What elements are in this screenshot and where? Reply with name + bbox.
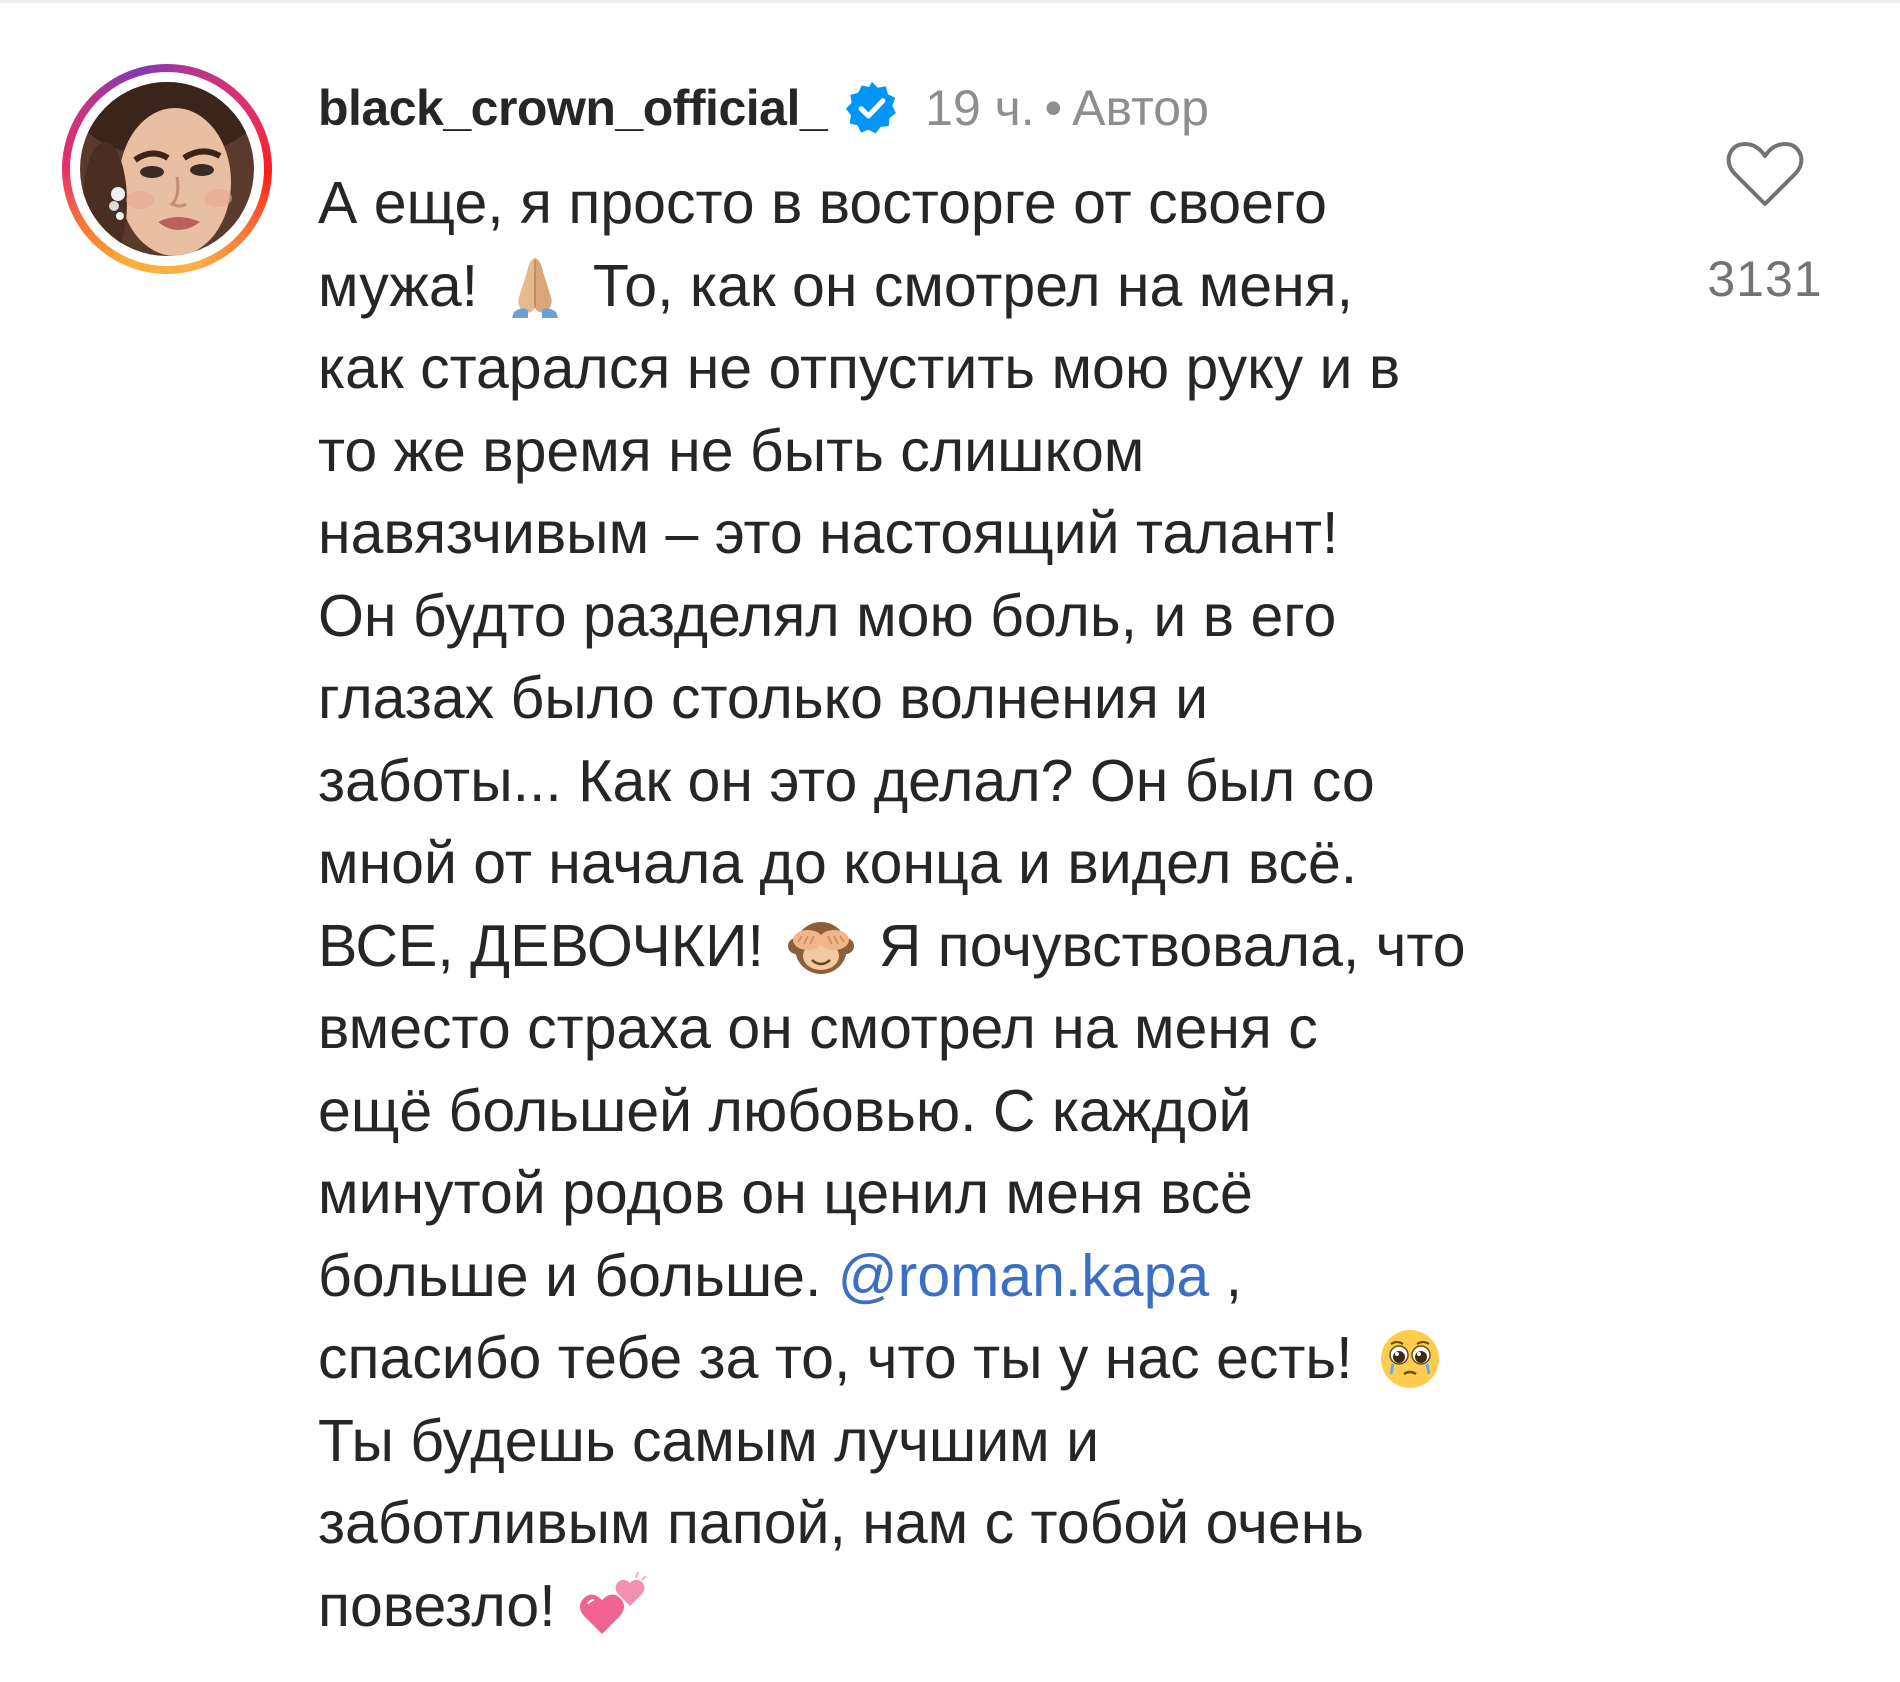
comment-text: ВСЕ, ДЕВОЧКИ! (318, 912, 764, 979)
comment-time: 19 ч. (925, 80, 1035, 136)
like-area: 3131 (1690, 140, 1840, 308)
comment-line: заботы... Как он это делал? Он был со (318, 747, 1375, 814)
comment-text: спасибо тебе за то, что ты у нас есть! (318, 1325, 1353, 1391)
comment-line: ВСЕ, ДЕВОЧКИ! Я почувствовала, что (318, 905, 1648, 988)
comment-line: А еще, я просто в восторге от своего (318, 170, 1327, 236)
comment-text: То, как он смотрел на меня, (592, 252, 1353, 319)
comment-line: вместо страха он смотрел на меня с (318, 995, 1318, 1061)
comment-line: то же время не быть слишком (318, 417, 1145, 484)
comment-text: больше и больше. (318, 1242, 822, 1309)
comment-text: мужа! (318, 252, 479, 319)
comment-line: повезло! (318, 1565, 1648, 1648)
comment-header: black_crown_official_ 19 ч. • Автор (318, 70, 1648, 146)
comment-text: Я почувствовала, что (878, 912, 1466, 979)
comment-line: мужа! То, как он смотрел на меня, (318, 245, 1648, 328)
comment-text: повезло! (318, 1572, 556, 1639)
mention-link[interactable]: @roman.kapa (838, 1243, 1209, 1309)
comment-line: мной от начала до конца и видел всё. (318, 830, 1358, 896)
avatar-ring-gap (70, 72, 264, 266)
comment-line: ещё большей любовью. С каждой (318, 1077, 1252, 1144)
comment-line: Ты будешь самым лучшим и (318, 1407, 1100, 1474)
comment-line: заботливым папой, нам с тобой очень (318, 1490, 1365, 1556)
avatar[interactable] (62, 64, 272, 274)
meta-separator: • (1044, 80, 1063, 136)
comment-line: Он будто разделял мою боль, и в его (318, 582, 1337, 649)
like-count[interactable]: 3131 (1690, 250, 1840, 308)
two-hearts-icon (576, 1570, 650, 1640)
comment-line: минутой родов он ценил меня всё (318, 1160, 1253, 1226)
pleading-face-icon (1373, 1322, 1447, 1392)
comment-line: глазах было столько волнения и (318, 665, 1209, 731)
comment-line: навязчивым – это настоящий талант! (318, 500, 1339, 566)
top-divider (0, 0, 1900, 3)
comment-meta: 19 ч. • Автор (925, 79, 1209, 137)
comment: black_crown_official_ 19 ч. • Автор А еще,… (318, 70, 1648, 1647)
verified-badge-icon (843, 79, 901, 137)
praying-hands-icon (498, 250, 572, 320)
comment-body: А еще, я просто в восторге от своего муж… (318, 162, 1648, 1647)
username[interactable]: black_crown_official_ (318, 79, 828, 137)
comment-line: спасибо тебе за то, что ты у нас есть! (318, 1317, 1648, 1400)
comment-text: , (1225, 1242, 1243, 1309)
like-heart-icon[interactable] (1725, 140, 1805, 210)
avatar-photo (80, 82, 254, 256)
see-no-evil-monkey-icon (784, 910, 858, 980)
comment-line: как старался не отпустить мою руку и в (318, 335, 1401, 401)
author-label: Автор (1072, 80, 1209, 136)
comment-line: больше и больше. @roman.kapa , (318, 1235, 1648, 1318)
